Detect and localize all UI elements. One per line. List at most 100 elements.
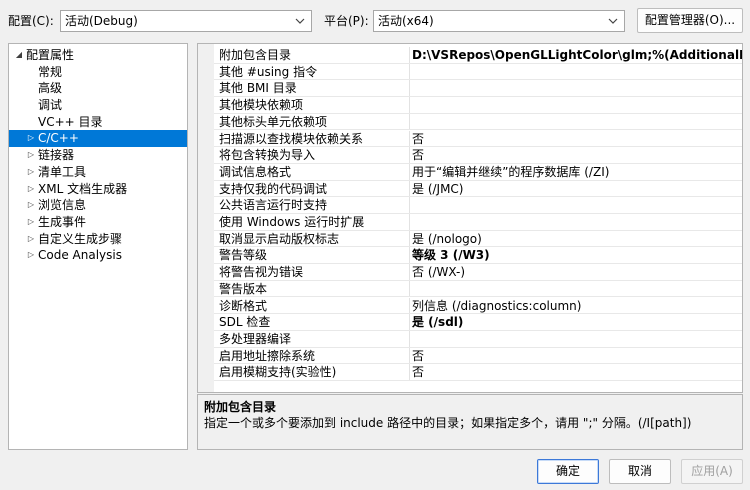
grid-gutter (198, 44, 214, 392)
chevron-down-icon (294, 11, 306, 31)
description-panel: 附加包含目录 指定一个或多个要添加到 include 路径中的目录；如果指定多个… (197, 394, 743, 450)
property-value[interactable]: 否 (412, 364, 742, 380)
property-row[interactable]: 其他 #using 指令 (214, 63, 742, 81)
tree-item-label: XML 文档生成器 (38, 181, 128, 196)
tree-item-label: 配置属性 (26, 48, 75, 62)
column-separator (409, 230, 410, 247)
property-row[interactable]: 附加包含目录 D:\VSRepos\OpenGLLightColor\glm;%(… (214, 47, 742, 64)
tree-item-label: 常规 (38, 64, 63, 79)
property-row[interactable]: 其他标头单元依赖项 (214, 113, 742, 131)
collapsed-triangle-icon[interactable]: ▷ (25, 214, 37, 231)
tree-item-label: 生成事件 (38, 214, 87, 229)
property-value[interactable]: 否 (412, 131, 742, 147)
property-value[interactable]: 等级 3 (/W3) (412, 247, 742, 263)
property-row[interactable]: SDL 检查 是 (/sdl) (214, 314, 742, 331)
property-row[interactable]: 启用模糊支持(实验性) 否 (214, 364, 742, 381)
column-separator (409, 163, 410, 180)
column-separator (409, 330, 410, 347)
property-name: 取消显示启动版权标志 (219, 231, 340, 246)
property-row[interactable]: 启用地址擦除系统 否 (214, 347, 742, 365)
tree-item[interactable]: ▷ 清单工具 (9, 164, 187, 181)
tree-item[interactable]: ◢ 配置属性 (9, 47, 187, 64)
property-value[interactable]: 用于“编辑并继续”的程序数据库 (/ZI) (412, 164, 742, 180)
column-separator (409, 80, 410, 97)
property-name: 扫描源以查找模块依赖关系 (219, 131, 364, 146)
collapsed-triangle-icon[interactable]: ▷ (25, 164, 37, 181)
collapsed-triangle-icon[interactable]: ▷ (25, 147, 37, 164)
tree-item-label: C/C++ (38, 131, 79, 146)
property-value[interactable]: 列信息 (/diagnostics:column) (412, 298, 742, 314)
property-name: 警告版本 (219, 281, 268, 296)
cancel-button[interactable]: 取消 (609, 459, 671, 484)
property-row[interactable]: 警告等级 等级 3 (/W3) (214, 247, 742, 265)
tree-item-label: 高级 (38, 81, 63, 96)
property-grid[interactable]: 附加包含目录 D:\VSRepos\OpenGLLightColor\glm;%(… (197, 43, 743, 393)
property-value[interactable]: D:\VSRepos\OpenGLLightColor\glm;%(Additi… (412, 47, 742, 63)
property-row[interactable]: 使用 Windows 运行时扩展 (214, 214, 742, 231)
property-value[interactable]: 是 (/nologo) (412, 231, 742, 247)
platform-dropdown[interactable]: 活动(x64) (373, 10, 625, 32)
tree-item[interactable]: ▷ Code Analysis (9, 247, 187, 264)
tree-item[interactable]: ▷ 浏览信息 (9, 197, 187, 214)
property-row[interactable]: 诊断格式 列信息 (/diagnostics:column) (214, 297, 742, 315)
collapsed-triangle-icon[interactable]: ▷ (25, 197, 37, 214)
tree-item[interactable]: ▷ 链接器 (9, 147, 187, 164)
tree-item[interactable]: ▷ XML 文档生成器 (9, 181, 187, 198)
property-value[interactable]: 是 (/sdl) (412, 314, 742, 330)
tree-item[interactable]: ▷ 生成事件 (9, 214, 187, 231)
property-row[interactable]: 支持仅我的代码调试 是 (/JMC) (214, 180, 742, 198)
collapsed-triangle-icon[interactable]: ▷ (25, 231, 37, 248)
property-name: 其他 BMI 目录 (219, 81, 297, 96)
property-name: 警告等级 (219, 248, 268, 263)
collapsed-triangle-icon[interactable]: ▷ (25, 247, 37, 264)
property-row[interactable]: 其他 BMI 目录 (214, 80, 742, 98)
property-value[interactable]: 是 (/JMC) (412, 181, 742, 197)
property-row[interactable]: 公共语言运行时支持 (214, 197, 742, 214)
column-separator (409, 63, 410, 80)
chevron-down-icon (607, 11, 619, 31)
property-value[interactable]: 否 (412, 147, 742, 163)
property-row[interactable]: 扫描源以查找模块依赖关系 否 (214, 130, 742, 148)
tree-item[interactable]: ▷ C/C++ (9, 130, 187, 148)
tree-item[interactable]: 调试 (9, 97, 187, 114)
column-separator (409, 347, 410, 364)
property-name: 诊断格式 (219, 298, 268, 313)
ok-button[interactable]: 确定 (537, 459, 599, 484)
expanded-triangle-icon[interactable]: ◢ (13, 47, 25, 64)
column-separator (409, 147, 410, 163)
property-name: SDL 检查 (219, 315, 271, 330)
apply-button[interactable]: 应用(A) (681, 459, 743, 484)
column-separator (409, 197, 410, 213)
property-name: 启用模糊支持(实验性) (219, 365, 337, 380)
property-tree[interactable]: ◢ 配置属性 常规 高级 调试 VC++ 目录 ▷ C/C++ ▷ 链接器 ▷ 清单工具 ▷ XML 文档… (8, 43, 188, 450)
column-separator (409, 130, 410, 147)
tree-item[interactable]: 常规 (9, 64, 187, 81)
property-value[interactable]: 否 (/WX-) (412, 264, 742, 280)
property-row[interactable]: 调试信息格式 用于“编辑并继续”的程序数据库 (/ZI) (214, 163, 742, 181)
property-row[interactable]: 将警告视为错误 否 (/WX-) (214, 264, 742, 281)
property-name: 调试信息格式 (219, 164, 292, 179)
tree-item-label: VC++ 目录 (38, 114, 103, 129)
configuration-manager-button[interactable]: 配置管理器(O)... (637, 8, 743, 33)
property-name: 公共语言运行时支持 (219, 198, 328, 213)
tree-item[interactable]: ▷ 自定义生成步骤 (9, 231, 187, 248)
property-name: 多处理器编译 (219, 331, 292, 346)
configuration-value: 活动(Debug) (65, 14, 138, 28)
description-text: 指定一个或多个要添加到 include 路径中的目录；如果指定多个，请用 ";"… (204, 416, 692, 430)
tree-item-label: 浏览信息 (38, 198, 87, 213)
tree-item[interactable]: 高级 (9, 80, 187, 97)
collapsed-triangle-icon[interactable]: ▷ (25, 181, 37, 198)
tree-item[interactable]: VC++ 目录 (9, 114, 187, 131)
configuration-dropdown[interactable]: 活动(Debug) (60, 10, 312, 32)
property-row[interactable]: 将包含转换为导入 否 (214, 147, 742, 164)
property-row[interactable]: 其他模块依赖项 (214, 97, 742, 114)
tree-item-label: 链接器 (38, 148, 75, 163)
description-title: 附加包含目录 (204, 400, 277, 414)
collapsed-triangle-icon[interactable]: ▷ (25, 130, 37, 147)
column-separator (409, 214, 410, 230)
property-row[interactable]: 多处理器编译 (214, 330, 742, 348)
property-row[interactable]: 警告版本 (214, 280, 742, 298)
tree-item-label: Code Analysis (38, 248, 122, 263)
property-value[interactable]: 否 (412, 348, 742, 364)
property-row[interactable]: 取消显示启动版权标志 是 (/nologo) (214, 230, 742, 248)
